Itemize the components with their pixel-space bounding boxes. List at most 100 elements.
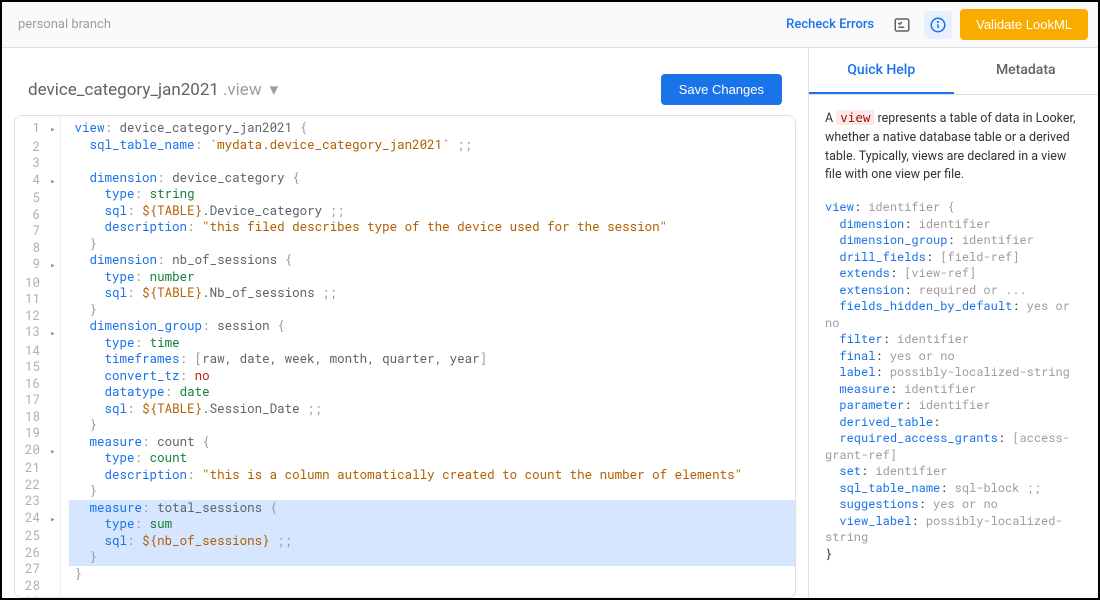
code-line[interactable] [69, 153, 795, 170]
editor-header: device_category_jan2021.view ▾ Save Chan… [14, 64, 796, 115]
code-line[interactable]: type: count [69, 450, 795, 467]
code-line[interactable] [69, 582, 795, 597]
line-number: 15 [23, 359, 58, 376]
schema-row: view_label: possibly-localized-string [825, 513, 1082, 546]
branch-label: personal branch [12, 17, 111, 32]
schema-row: measure: identifier [825, 381, 1082, 398]
code-body[interactable]: view: device_category_jan2021 { sql_tabl… [61, 116, 795, 597]
chevron-down-icon: ▾ [270, 80, 279, 100]
line-number: 27 [23, 561, 58, 578]
code-line[interactable]: type: number [69, 269, 795, 286]
code-line[interactable]: sql_table_name: `mydata.device_category_… [69, 137, 795, 154]
line-number: 7 [23, 223, 58, 240]
line-number: 1 ▸ [23, 120, 58, 139]
view-keyword: view [836, 110, 874, 125]
code-line[interactable]: sql: ${TABLE}.Session_Date ;; [69, 401, 795, 418]
schema-row: extension: required or ... [825, 282, 1082, 299]
schema-row: extends: [view-ref] [825, 265, 1082, 282]
save-changes-button[interactable]: Save Changes [661, 74, 782, 105]
validate-lookml-button[interactable]: Validate LookML [960, 9, 1088, 40]
help-content: A view represents a table of data in Loo… [809, 95, 1098, 576]
code-line[interactable]: sql: ${TABLE}.Nb_of_sessions ;; [69, 285, 795, 302]
code-line[interactable]: } [69, 236, 795, 253]
code-line[interactable]: convert_tz: no [69, 368, 795, 385]
schema-row: parameter: identifier [825, 397, 1082, 414]
line-number: 4 ▸ [23, 172, 58, 191]
line-number: 28 [23, 578, 58, 595]
tab-quick-help[interactable]: Quick Help [809, 48, 954, 94]
code-line[interactable]: type: time [69, 335, 795, 352]
schema-row: dimension_group: identifier [825, 232, 1082, 249]
line-number: 9 ▸ [23, 256, 58, 275]
schema-row: } [825, 546, 1082, 563]
code-line[interactable]: description: "this is a column automatic… [69, 467, 795, 484]
code-line[interactable]: measure: count { [69, 434, 795, 451]
file-name-dropdown[interactable]: device_category_jan2021.view ▾ [28, 80, 278, 100]
code-line[interactable]: dimension_group: session { [69, 318, 795, 335]
line-number: 18 [23, 409, 58, 426]
code-line[interactable]: } [69, 417, 795, 434]
line-number: 17 [23, 392, 58, 409]
schema-row: label: possibly-localized-string [825, 364, 1082, 381]
line-number: 10 [23, 275, 58, 292]
line-number: 5 [23, 190, 58, 207]
code-line[interactable]: sql: ${TABLE}.Device_category ;; [69, 203, 795, 220]
code-line[interactable]: dimension: device_category { [69, 170, 795, 187]
line-number: 24 ▸ [23, 510, 58, 529]
line-number: 19 [23, 425, 58, 442]
line-number: 22 [23, 477, 58, 494]
line-gutter: 1 ▸2 3 4 ▸5 6 7 8 9 ▸10 11 12 13 ▸14 15 … [15, 116, 61, 597]
checklist-icon[interactable] [888, 11, 916, 39]
help-schema: view: identifier { dimension: identifier… [825, 199, 1082, 562]
code-line[interactable]: view: device_category_jan2021 { [69, 120, 795, 137]
help-pane: Quick Help Metadata A view represents a … [808, 48, 1098, 598]
schema-row: fields_hidden_by_default: yes or no [825, 298, 1082, 331]
info-icon[interactable] [924, 11, 952, 39]
help-tabs: Quick Help Metadata [809, 48, 1098, 95]
code-line[interactable]: datatype: date [69, 384, 795, 401]
schema-row: dimension: identifier [825, 216, 1082, 233]
code-line[interactable]: sql: ${nb_of_sessions} ;; [69, 533, 795, 550]
editor-pane: device_category_jan2021.view ▾ Save Chan… [2, 48, 808, 598]
line-number: 25 [23, 528, 58, 545]
line-number: 12 [23, 308, 58, 325]
code-line[interactable]: } [69, 566, 795, 583]
line-number: 3 [23, 155, 58, 172]
code-line[interactable]: measure: total_sessions { [69, 500, 795, 517]
code-line[interactable]: timeframes: [raw, date, week, month, qua… [69, 351, 795, 368]
line-number: 2 [23, 139, 58, 156]
help-intro: A view represents a table of data in Loo… [825, 109, 1082, 185]
tab-metadata[interactable]: Metadata [954, 48, 1099, 94]
code-line[interactable]: description: "this filed describes type … [69, 219, 795, 236]
line-number: 8 [23, 240, 58, 257]
code-line[interactable]: type: sum [69, 516, 795, 533]
schema-row: derived_table: [825, 414, 1082, 431]
recheck-errors-link[interactable]: Recheck Errors [786, 17, 874, 32]
code-line[interactable]: type: string [69, 186, 795, 203]
line-number: 23 [23, 493, 58, 510]
line-number: 26 [23, 545, 58, 562]
file-basename: device_category_jan2021 [28, 80, 219, 100]
line-number: 11 [23, 291, 58, 308]
schema-row: set: identifier [825, 463, 1082, 480]
line-number: 14 [23, 343, 58, 360]
file-ext: .view [223, 80, 262, 100]
line-number: 20 ▸ [23, 442, 58, 461]
schema-row: suggestions: yes or no [825, 496, 1082, 513]
code-line[interactable]: } [69, 483, 795, 500]
line-number: 16 [23, 376, 58, 393]
schema-row: sql_table_name: sql-block ;; [825, 480, 1082, 497]
code-editor[interactable]: 1 ▸2 3 4 ▸5 6 7 8 9 ▸10 11 12 13 ▸14 15 … [14, 115, 796, 598]
schema-row: view: identifier { [825, 199, 1082, 216]
line-number: 13 ▸ [23, 324, 58, 343]
code-line[interactable]: } [69, 549, 795, 566]
schema-row: final: yes or no [825, 348, 1082, 365]
line-number: 6 [23, 207, 58, 224]
schema-row: filter: identifier [825, 331, 1082, 348]
code-line[interactable]: } [69, 302, 795, 319]
schema-row: drill_fields: [field-ref] [825, 249, 1082, 266]
top-toolbar: personal branch Recheck Errors Validate … [2, 2, 1098, 48]
code-line[interactable]: dimension: nb_of_sessions { [69, 252, 795, 269]
line-number: 29 [23, 594, 58, 597]
line-number: 21 [23, 460, 58, 477]
